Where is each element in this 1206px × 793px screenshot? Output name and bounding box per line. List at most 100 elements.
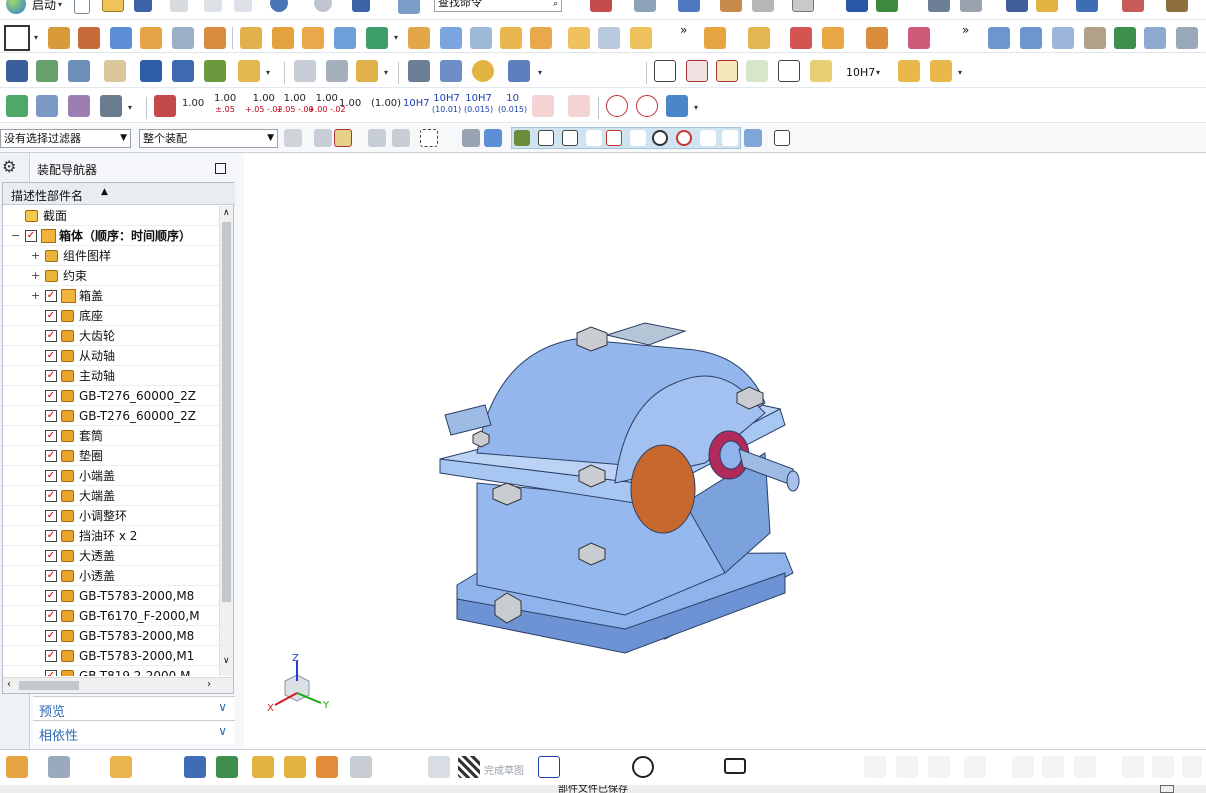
check-sheet-icon[interactable] (36, 95, 58, 117)
convert-icon[interactable] (1152, 756, 1174, 778)
transform-icon[interactable] (204, 60, 226, 82)
save-icon[interactable] (134, 0, 152, 12)
diameter-icon[interactable] (606, 95, 628, 117)
offset-curve-icon[interactable] (816, 756, 838, 778)
expand-toggle[interactable]: − (11, 226, 20, 245)
visibility-checkbox[interactable]: ✓ (25, 230, 37, 242)
assembly-icon[interactable] (6, 756, 28, 778)
balloon-icon[interactable] (746, 60, 768, 82)
trim-icon[interactable] (864, 756, 886, 778)
snap-midpoint-icon[interactable] (538, 130, 554, 146)
visibility-checkbox[interactable]: ✓ (45, 450, 57, 462)
layer-icon[interactable] (752, 0, 774, 12)
visibility-checkbox[interactable]: ✓ (45, 590, 57, 602)
shell-icon[interactable] (470, 27, 492, 49)
snap-quadrant-icon[interactable] (676, 130, 692, 146)
tree-row[interactable]: ✓ GB-T6170_F-2000,M (3, 606, 219, 626)
view-cube-icon[interactable] (484, 129, 502, 147)
tree-row[interactable]: ✓ GB-T5783-2000,M1 (3, 646, 219, 666)
gear-icon[interactable] (508, 60, 530, 82)
gear-dropdown[interactable]: ▾ (538, 68, 542, 77)
cylinder-part-icon[interactable] (408, 60, 430, 82)
alternate-icon[interactable] (1182, 756, 1202, 778)
cylinder-icon[interactable] (140, 27, 162, 49)
expand-toggle[interactable]: + (31, 286, 40, 305)
scroll-right-icon[interactable]: › (207, 679, 211, 690)
snap-control-icon[interactable] (606, 130, 622, 146)
dim-style-button[interactable]: 1.00 ±.05 (214, 93, 236, 115)
dimension-icon[interactable] (1166, 0, 1188, 12)
sweep-icon[interactable] (1052, 27, 1074, 49)
start-dropdown[interactable]: ▾ (58, 0, 62, 9)
visibility-checkbox[interactable]: ✓ (45, 530, 57, 542)
visibility-checkbox[interactable]: ✓ (45, 510, 57, 522)
open-folder-icon[interactable] (102, 0, 124, 12)
tree-row[interactable]: 截面 (3, 206, 219, 226)
filter-reset-icon[interactable] (284, 129, 302, 147)
tree-row[interactable]: ✓ 底座 (3, 306, 219, 326)
visibility-checkbox[interactable]: ✓ (45, 310, 57, 322)
profile-icon[interactable] (538, 756, 560, 778)
column-header[interactable]: 描述性部件名 ▲ (3, 183, 235, 205)
visibility-checkbox[interactable]: ✓ (45, 670, 57, 676)
visibility-checkbox[interactable]: ✓ (45, 330, 57, 342)
layers-icon[interactable] (36, 60, 58, 82)
roughness-2-icon[interactable] (568, 95, 590, 117)
chamfer-sketch-icon[interactable] (694, 756, 716, 778)
array-icon[interactable] (302, 27, 324, 49)
hammer-icon[interactable] (172, 60, 194, 82)
measure-icon[interactable] (960, 0, 982, 12)
check-icon[interactable] (6, 95, 28, 117)
spline-icon[interactable] (326, 60, 348, 82)
tree-row[interactable]: + ✓ 箱盖 (3, 286, 219, 306)
axis-dropdown[interactable]: ▾ (128, 103, 132, 112)
more-chevron[interactable]: » (680, 23, 687, 37)
sketch-dropdown[interactable]: ▾ (34, 33, 38, 42)
list-icon[interactable] (928, 0, 950, 12)
component-add-icon[interactable] (704, 27, 726, 49)
globe-icon[interactable] (6, 0, 26, 14)
tree-row[interactable]: ✓ GB-T276_60000_2Z (3, 386, 219, 406)
block-icon[interactable] (110, 27, 132, 49)
visibility-checkbox[interactable]: ✓ (45, 290, 57, 302)
scroll-down-icon[interactable]: ∨ (223, 656, 230, 666)
tree-row[interactable]: − ✓ 箱体（顺序：时间顺序） (3, 226, 219, 246)
tree-row[interactable]: ✓ 大齿轮 (3, 326, 219, 346)
dim-style-button[interactable]: 10H7 (10.01) (432, 93, 461, 115)
offset-surface-icon[interactable] (1176, 27, 1198, 49)
tolerance-dropdown[interactable]: ▾ (876, 68, 880, 77)
arrange-icon[interactable] (284, 756, 306, 778)
wave-icon[interactable] (350, 756, 372, 778)
tree-row[interactable]: ✓ 垫圈 (3, 446, 219, 466)
visibility-checkbox[interactable]: ✓ (45, 490, 57, 502)
save-all-icon[interactable] (352, 0, 370, 12)
table-icon[interactable] (686, 60, 708, 82)
snap-points-icon[interactable] (6, 60, 28, 82)
sketch-task-icon[interactable] (428, 756, 450, 778)
edge-blend-icon[interactable] (408, 27, 430, 49)
curve-icon[interactable] (294, 60, 316, 82)
axis-icon[interactable] (100, 95, 122, 117)
component-replace-icon[interactable] (822, 27, 844, 49)
swoop-icon[interactable] (1114, 27, 1136, 49)
ruled-icon[interactable] (1084, 27, 1106, 49)
cube-view-icon[interactable] (678, 0, 700, 12)
dim-style-button[interactable]: 10H7 (0.015) (464, 93, 493, 115)
cut-icon[interactable] (170, 0, 188, 12)
tree-row[interactable]: ✓ 大透盖 (3, 546, 219, 566)
tree-row[interactable]: ✓ 主动轴 (3, 366, 219, 386)
relations-icon[interactable] (1122, 756, 1144, 778)
mirror-assembly-icon[interactable] (216, 756, 238, 778)
rectangle-icon[interactable] (724, 758, 746, 774)
visibility-checkbox[interactable]: ✓ (45, 350, 57, 362)
sort-up-icon[interactable]: ▲ (101, 187, 108, 197)
part-icon[interactable] (48, 756, 70, 778)
tolerance-fit-button[interactable]: 10H7 (846, 66, 875, 79)
component-new-icon[interactable] (748, 27, 770, 49)
sphere-icon[interactable] (204, 27, 226, 49)
tree-row[interactable]: ✓ 大端盖 (3, 486, 219, 506)
constraint-icon[interactable] (184, 756, 206, 778)
snap-intersect-icon[interactable] (700, 130, 716, 146)
tree-row[interactable]: ✓ GB-T276_60000_2Z (3, 406, 219, 426)
selection-filter-select[interactable]: 没有选择过滤器 ▼ (0, 129, 131, 148)
